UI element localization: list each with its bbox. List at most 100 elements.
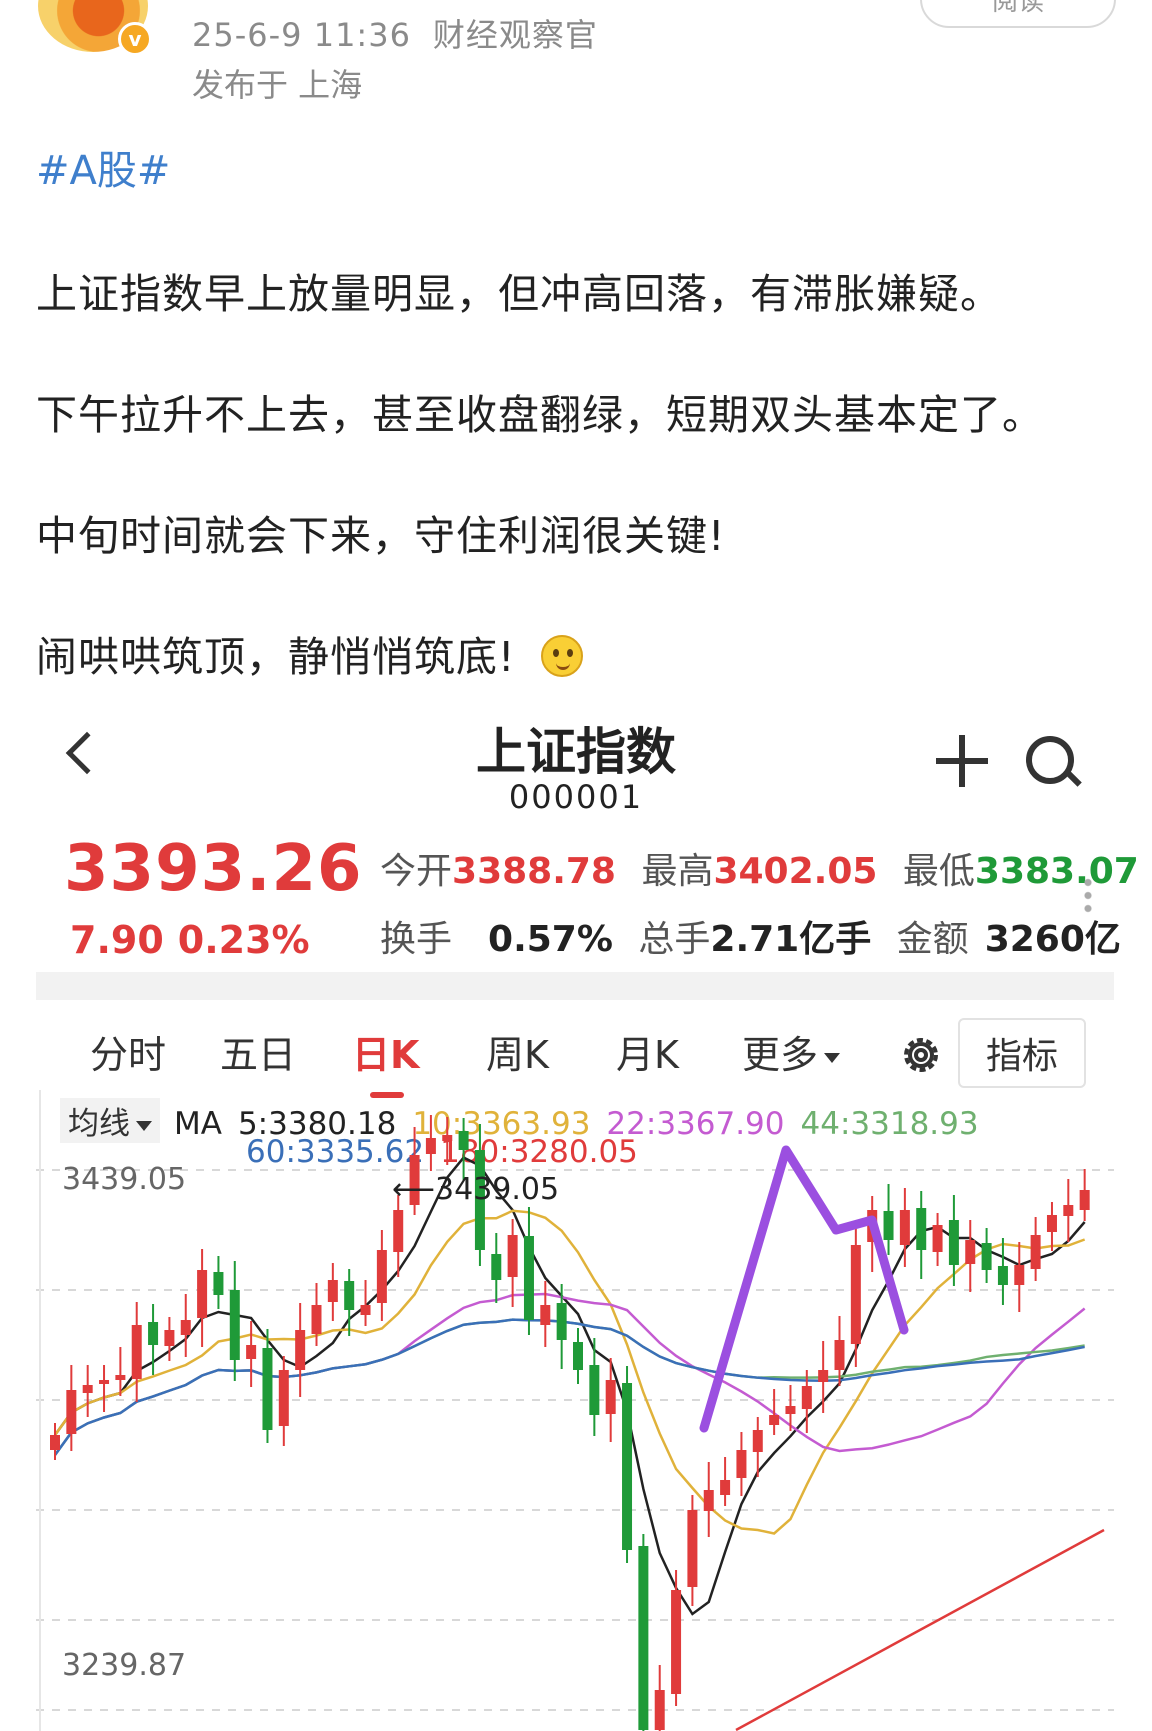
high-value: 3402.05 (713, 851, 878, 892)
tab-weekly-k[interactable]: 周K (486, 1024, 549, 1079)
candle (573, 1342, 583, 1370)
post-paragraph: 中旬时间就会下来，守住利润很关键! (36, 512, 726, 560)
candle (818, 1370, 829, 1382)
candle (327, 1280, 338, 1302)
candle (1014, 1265, 1025, 1285)
post-author[interactable]: 财经观察官 (433, 16, 598, 54)
candle (278, 1370, 289, 1426)
ma-lines (53, 1156, 1105, 1731)
ma-line (735, 1528, 1105, 1731)
change-value: 7.90 (70, 918, 164, 962)
low-label: 最低 (902, 851, 975, 892)
candle (834, 1340, 845, 1370)
post-meta: 25-6-9 11:36 财经观察官 (192, 10, 620, 56)
ma-line (53, 1318, 1085, 1456)
turnover-label: 换手 (380, 919, 453, 960)
max-price-value: 3439.05 (435, 1172, 560, 1207)
arrow-left-icon: ⟵ (392, 1172, 436, 1207)
section-divider (36, 972, 1114, 1000)
chart-period-tabs: 分时 五日 日K 周K 月K 更多 指标 (36, 1010, 1114, 1100)
candle (164, 1330, 175, 1346)
candle (1063, 1205, 1074, 1216)
candle (229, 1290, 240, 1360)
k-line-chart[interactable] (36, 1090, 1114, 1731)
candle (491, 1254, 502, 1280)
change-percent: 0.23% (177, 918, 310, 962)
candle (393, 1210, 404, 1252)
candle (148, 1322, 159, 1345)
search-icon[interactable] (1026, 736, 1074, 784)
candle (197, 1270, 208, 1318)
verified-badge-icon: v (118, 22, 152, 56)
max-price-marker: ⟵3439.05 (392, 1172, 559, 1207)
tab-daily-k[interactable]: 日K (352, 1024, 419, 1079)
tab-more[interactable]: 更多 (742, 1024, 841, 1079)
candle (213, 1272, 224, 1295)
candle (246, 1345, 257, 1359)
tab-monthly-k[interactable]: 月K (616, 1024, 679, 1079)
read-button[interactable]: 阅读 (920, 0, 1116, 28)
candle (295, 1330, 306, 1370)
candle (50, 1435, 60, 1450)
candle (736, 1450, 747, 1478)
volume-value: 2.71亿手 (710, 919, 872, 960)
candle (425, 1138, 436, 1154)
candle (131, 1325, 142, 1379)
volume-label: 总手 (638, 919, 711, 960)
tab-five-day[interactable]: 五日 (220, 1024, 296, 1079)
candle (801, 1386, 812, 1409)
candle (671, 1590, 682, 1694)
quote-row-2: 换手 0.57% 总手2.71亿手 金额 3260亿 (380, 910, 1121, 962)
stock-change: 7.90 0.23% (70, 918, 324, 962)
chart-grid (36, 1090, 1114, 1731)
candle (82, 1385, 93, 1393)
candle (997, 1266, 1008, 1285)
amount-label: 金额 (896, 919, 969, 960)
thinking-face-icon (541, 635, 584, 677)
low-value: 3383.07 (974, 851, 1139, 892)
candle (99, 1380, 110, 1384)
y-axis-label-bottom: 3239.87 (62, 1648, 187, 1683)
candle (899, 1210, 910, 1245)
tab-more-label: 更多 (742, 1033, 819, 1077)
candle (360, 1305, 371, 1315)
candle (458, 1131, 469, 1150)
post-paragraph: 下午拉升不上去，甚至收盘翻绿，短期双头基本定了。 (36, 391, 1044, 439)
candle (311, 1305, 322, 1334)
more-vertical-icon[interactable] (1084, 876, 1092, 916)
hashtag-link[interactable]: #A股# (36, 138, 170, 196)
candle (523, 1236, 534, 1320)
candle (720, 1480, 731, 1495)
open-value: 3388.78 (452, 851, 616, 892)
add-watchlist-icon[interactable] (936, 735, 988, 787)
candle (1030, 1235, 1041, 1269)
candle (850, 1245, 861, 1344)
candles (50, 1115, 1090, 1731)
candle (638, 1546, 649, 1730)
ma-line (53, 1156, 1086, 1616)
candle (344, 1281, 355, 1310)
tab-minute[interactable]: 分时 (90, 1024, 166, 1079)
candle (605, 1380, 616, 1414)
candle (654, 1690, 665, 1730)
candle (180, 1320, 191, 1335)
post-paragraph: 闹哄哄筑顶，静悄悄筑底! (36, 633, 516, 681)
stock-price: 3393.26 (64, 832, 363, 906)
candle (785, 1406, 796, 1414)
ma-line (53, 1292, 1086, 1456)
candle (687, 1510, 698, 1587)
candle (965, 1240, 976, 1264)
indicator-button[interactable]: 指标 (958, 1018, 1086, 1088)
settings-gear-icon[interactable] (896, 1030, 946, 1080)
candle (703, 1490, 714, 1511)
amount-value: 3260亿 (984, 919, 1121, 960)
chevron-down-icon (824, 1052, 841, 1063)
candle (66, 1390, 77, 1434)
post-paragraph: 上证指数早上放量明显，但冲高回落，有滞胀嫌疑。 (36, 270, 1002, 318)
candle (540, 1305, 551, 1325)
candle (115, 1375, 126, 1380)
candle (1046, 1215, 1057, 1232)
candle (883, 1211, 894, 1240)
candle (981, 1243, 992, 1270)
post-paragraph-last: 闹哄哄筑顶，静悄悄筑底! (36, 623, 584, 683)
